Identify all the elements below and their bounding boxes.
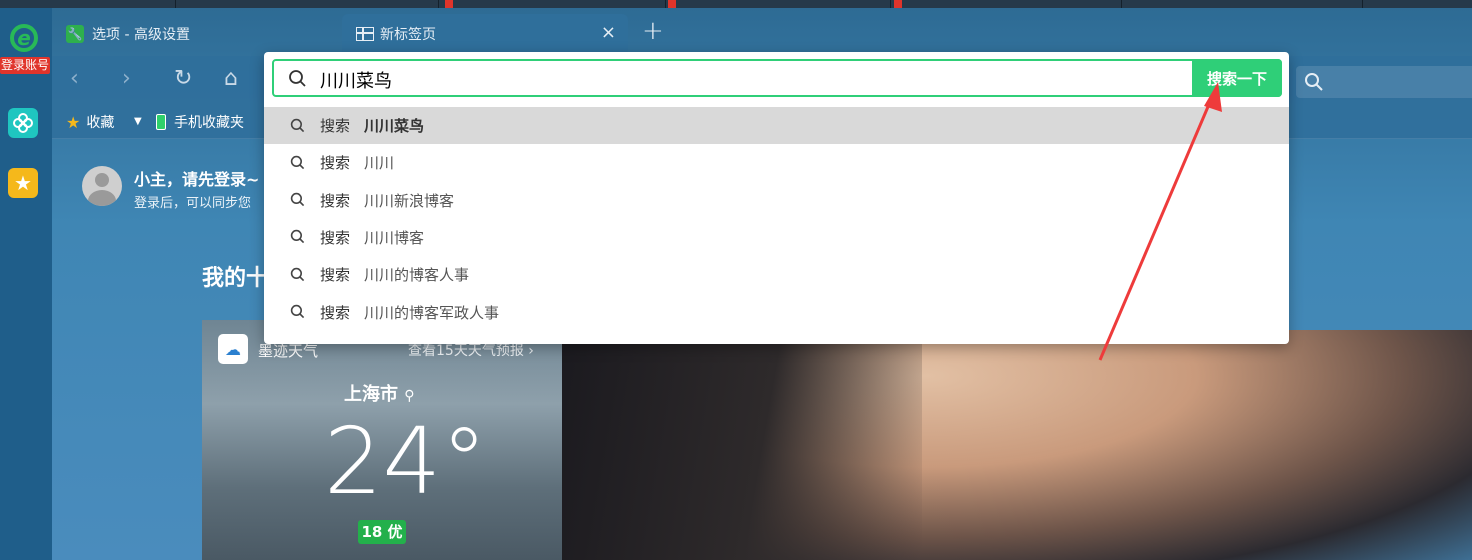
logo-glyph: e	[17, 26, 31, 50]
suggestion-term: 川川的博客军政人事	[364, 303, 500, 322]
taskbar-mark	[668, 0, 676, 8]
search-icon	[290, 304, 305, 319]
tab-new-tab[interactable]: 新标签页 ×	[342, 14, 628, 54]
taskbar-item[interactable]	[176, 0, 439, 8]
search-input[interactable]	[318, 65, 1182, 95]
background-photo-shade	[562, 330, 922, 560]
phone-icon	[156, 114, 166, 130]
search-suggestion-panel: 搜索一下 搜索川川菜鸟搜索川川搜索川川新浪博客搜索川川博客搜索川川的博客人事搜索…	[264, 52, 1289, 344]
suggestion-verb: 搜索	[320, 266, 351, 285]
wrench-icon: 🔧	[66, 25, 84, 43]
search-submit-button[interactable]: 搜索一下	[1192, 59, 1282, 97]
home-icon[interactable]: ⌂	[224, 66, 238, 91]
suggestion-item[interactable]: 搜索 川川	[264, 144, 1289, 181]
bookmark-label: 收藏	[86, 115, 115, 131]
suggestion-term: 川川菜鸟	[364, 117, 425, 135]
temperature-value: 24°	[324, 408, 488, 515]
taskbar-item[interactable]	[666, 0, 891, 8]
location-pin-icon: ⚲	[404, 388, 415, 404]
new-tab-plus-icon[interactable]: +	[642, 16, 664, 46]
avatar[interactable]	[82, 166, 122, 206]
search-icon	[290, 118, 305, 132]
bookmark-label: 手机收藏夹	[174, 115, 244, 131]
left-sidebar: e 登录账号 ★	[0, 8, 52, 560]
taskbar-item[interactable]	[891, 0, 1122, 8]
suggestion-verb: 搜索	[320, 228, 351, 247]
star-icon: ★	[66, 112, 81, 132]
search-box: 搜索一下	[272, 59, 1282, 97]
browser-logo-icon[interactable]: e	[10, 24, 38, 52]
tab-label: 选项 - 高级设置	[92, 27, 190, 43]
suggestion-term: 川川	[364, 154, 395, 173]
section-title: 我的十	[202, 266, 269, 291]
suggestion-term: 川川新浪博客	[364, 191, 455, 210]
clover-app-icon[interactable]	[8, 108, 38, 138]
grid-icon	[356, 27, 374, 41]
suggestion-verb: 搜索	[320, 303, 351, 322]
clover-icon	[13, 113, 33, 133]
favorites-star-icon[interactable]: ★	[8, 168, 38, 198]
favorites-dropdown-icon[interactable]: ▼	[134, 116, 142, 127]
tab-bar: 🔧 选项 - 高级设置 新标签页 × +	[52, 8, 1472, 56]
back-icon[interactable]: ‹	[70, 66, 79, 91]
taskbar-mark	[894, 0, 902, 8]
tab-label: 新标签页	[380, 27, 436, 43]
air-quality-badge: 18 优	[358, 520, 406, 544]
search-icon	[290, 267, 305, 281]
forward-icon[interactable]: ›	[122, 66, 131, 91]
login-prompt-subtitle: 登录后，可以同步您	[134, 196, 252, 211]
weather-city[interactable]: 上海市 ⚲	[344, 380, 415, 406]
suggestion-item[interactable]: 搜索 川川的博客人事	[264, 256, 1289, 293]
suggestion-term: 川川博客	[364, 228, 425, 247]
weather-card[interactable]: ☁ 墨迹天气 查看15天天气预报 › 上海市 ⚲ 24° 18 优	[202, 320, 562, 560]
window-title-strip	[0, 0, 1472, 8]
bookmark-favorites[interactable]: ★ 收藏	[66, 112, 114, 132]
suggestion-item[interactable]: 搜索 川川博客	[264, 219, 1289, 256]
weather-logo-icon: ☁	[218, 334, 248, 364]
taskbar-item[interactable]	[439, 0, 666, 8]
suggestion-verb: 搜索	[320, 154, 351, 173]
search-icon	[290, 192, 305, 207]
star-glyph: ★	[14, 171, 32, 195]
taskbar-item[interactable]	[0, 0, 176, 8]
tab-options-advanced[interactable]: 🔧 选项 - 高级设置	[66, 14, 336, 54]
city-label: 上海市	[344, 384, 398, 405]
search-icon	[1305, 73, 1323, 91]
taskbar-item[interactable]	[1122, 0, 1363, 8]
bookmark-mobile-favorites[interactable]: 手机收藏夹	[156, 112, 244, 132]
search-icon	[290, 230, 305, 244]
suggestion-term: 川川的博客人事	[364, 266, 470, 285]
taskbar-mark	[445, 0, 453, 8]
login-account-badge[interactable]: 登录账号	[0, 57, 50, 74]
close-tab-icon[interactable]: ×	[601, 22, 616, 43]
secondary-search-box[interactable]	[1296, 66, 1472, 98]
suggestion-item[interactable]: 搜索 川川菜鸟	[264, 107, 1289, 144]
refresh-icon[interactable]: ↻	[174, 66, 192, 91]
suggestion-verb: 搜索	[320, 191, 351, 210]
suggestion-item[interactable]: 搜索 川川的博客军政人事	[264, 294, 1289, 331]
search-icon	[289, 70, 306, 87]
taskbar-item[interactable]	[1363, 0, 1472, 8]
suggestion-verb: 搜索	[320, 117, 351, 135]
search-icon	[290, 155, 305, 169]
suggestion-item[interactable]: 搜索 川川新浪博客	[264, 182, 1289, 219]
login-prompt-title[interactable]: 小主，请先登录~	[134, 166, 259, 190]
